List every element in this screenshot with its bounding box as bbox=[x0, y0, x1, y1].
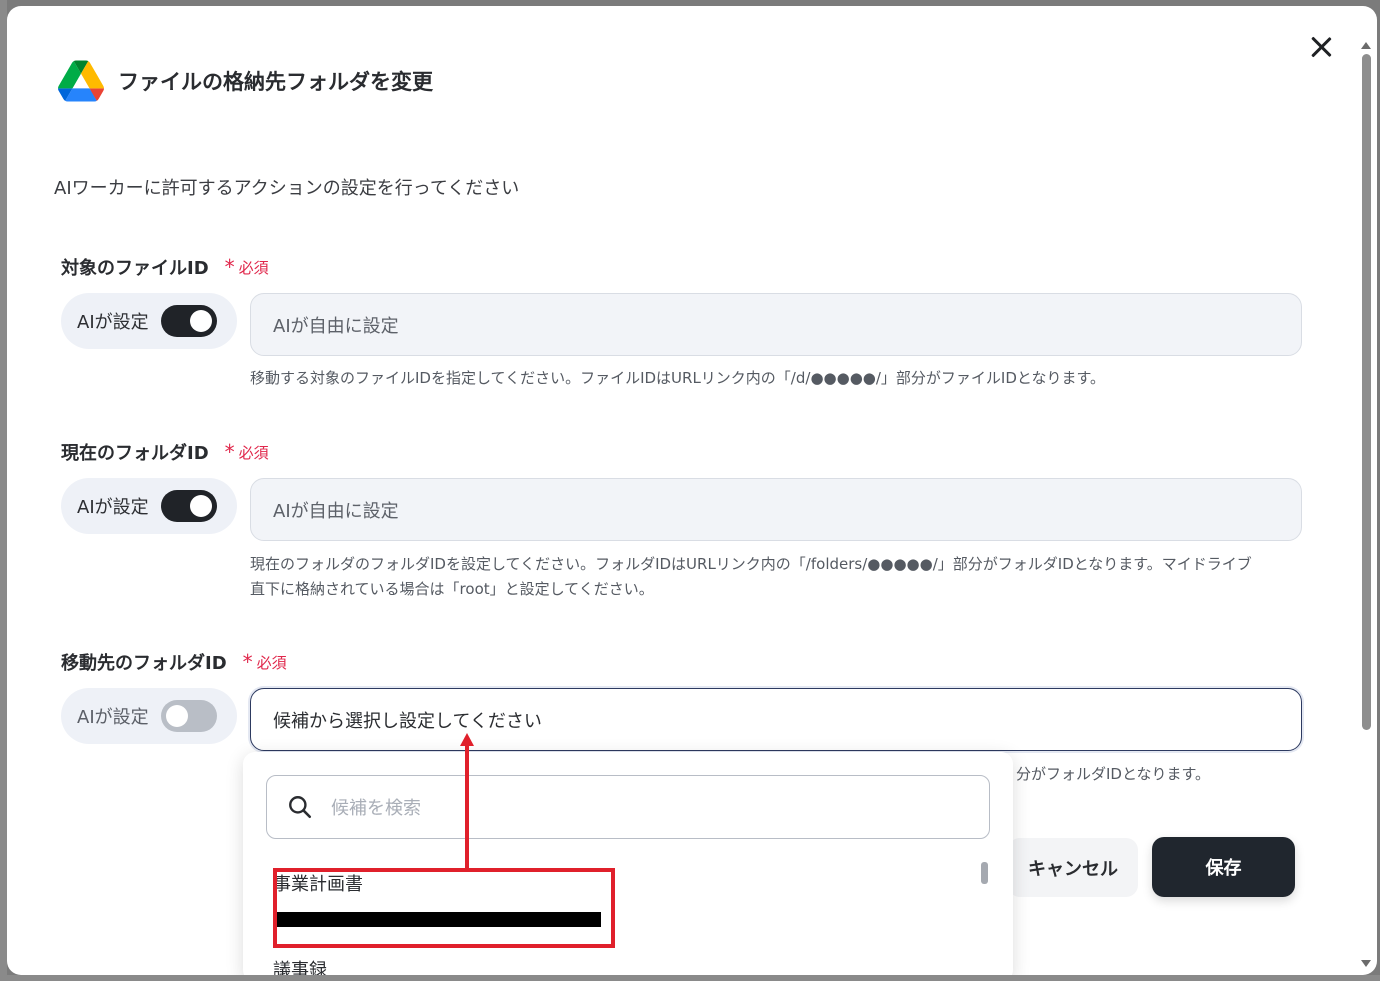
ai-setting-toggle-destination-folder[interactable]: AIが設定 bbox=[61, 688, 237, 744]
toggle-switch[interactable] bbox=[160, 490, 217, 522]
required-badge: * 必須 bbox=[225, 257, 269, 278]
modal-scrollbar[interactable] bbox=[1359, 20, 1377, 975]
annotation-highlight-box bbox=[273, 868, 615, 948]
asterisk-icon: * bbox=[224, 440, 235, 464]
asterisk-icon: * bbox=[224, 255, 235, 279]
toggle-switch[interactable] bbox=[160, 700, 217, 732]
search-icon bbox=[289, 796, 312, 819]
toggle-switch[interactable] bbox=[160, 305, 217, 337]
input-value: AIが自由に設定 bbox=[273, 315, 399, 337]
candidate-search-input[interactable]: 候補を検索 bbox=[266, 775, 990, 839]
ai-toggle-label: AIが設定 bbox=[77, 312, 149, 333]
field-label-text: 対象のファイルID bbox=[61, 258, 209, 279]
cancel-button[interactable]: キャンセル bbox=[1008, 838, 1138, 897]
help-text-current-folder-line1: 現在のフォルダのフォルダIDを設定してください。フォルダIDはURLリンク内の「… bbox=[250, 555, 1252, 573]
select-value: 候補から選択し設定してください bbox=[273, 710, 542, 732]
target-file-id-input[interactable]: AIが自由に設定 bbox=[250, 293, 1302, 356]
modal-header: ファイルの格納先フォルダを変更 bbox=[58, 60, 433, 102]
required-text: 必須 bbox=[238, 258, 269, 277]
modal-subtitle: AIワーカーに許可するアクションの設定を行ってください bbox=[54, 178, 520, 199]
field-label-target-file-id: 対象のファイルID * 必須 bbox=[61, 254, 269, 280]
ai-toggle-label: AIが設定 bbox=[77, 707, 149, 728]
input-value: AIが自由に設定 bbox=[273, 500, 399, 522]
search-placeholder: 候補を検索 bbox=[331, 798, 421, 819]
scroll-up-arrow-icon[interactable] bbox=[1361, 42, 1371, 49]
required-badge: * 必須 bbox=[225, 442, 269, 463]
ai-toggle-label: AIが設定 bbox=[77, 497, 149, 518]
help-text-destination-folder: 分がフォルダIDとなります。 bbox=[1016, 765, 1211, 783]
google-drive-icon bbox=[58, 60, 104, 102]
required-text: 必須 bbox=[238, 443, 269, 462]
field-label-destination-folder-id: 移動先のフォルダID * 必須 bbox=[61, 649, 287, 675]
help-text-current-folder-line2: 直下に格納されている場合は「root」と設定してください。 bbox=[250, 580, 654, 598]
ai-setting-toggle-current-folder[interactable]: AIが設定 bbox=[61, 478, 237, 534]
scroll-thumb[interactable] bbox=[1362, 54, 1371, 730]
modal-title: ファイルの格納先フォルダを変更 bbox=[118, 70, 433, 94]
asterisk-icon: * bbox=[242, 650, 253, 674]
save-button[interactable]: 保存 bbox=[1152, 837, 1295, 897]
background-page bbox=[0, 0, 7, 981]
field-label-text: 現在のフォルダID bbox=[61, 443, 209, 464]
current-folder-id-input[interactable]: AIが自由に設定 bbox=[250, 478, 1302, 541]
scroll-down-arrow-icon[interactable] bbox=[1361, 960, 1371, 967]
dropdown-scrollbar[interactable] bbox=[981, 862, 988, 884]
annotation-arrow-line bbox=[465, 744, 469, 868]
help-text-file-id: 移動する対象のファイルIDを指定してください。ファイルIDはURLリンク内の「/… bbox=[250, 369, 1105, 387]
close-icon[interactable] bbox=[1306, 32, 1336, 62]
destination-folder-id-select[interactable]: 候補から選択し設定してください bbox=[250, 688, 1302, 751]
required-text: 必須 bbox=[256, 653, 287, 672]
required-badge: * 必須 bbox=[243, 652, 287, 673]
background-page-bottom bbox=[0, 975, 1380, 981]
field-label-text: 移動先のフォルダID bbox=[61, 653, 227, 674]
ai-setting-toggle-file-id[interactable]: AIが設定 bbox=[61, 293, 237, 349]
field-label-current-folder-id: 現在のフォルダID * 必須 bbox=[61, 439, 269, 465]
annotation-arrow-head-icon bbox=[460, 733, 474, 746]
